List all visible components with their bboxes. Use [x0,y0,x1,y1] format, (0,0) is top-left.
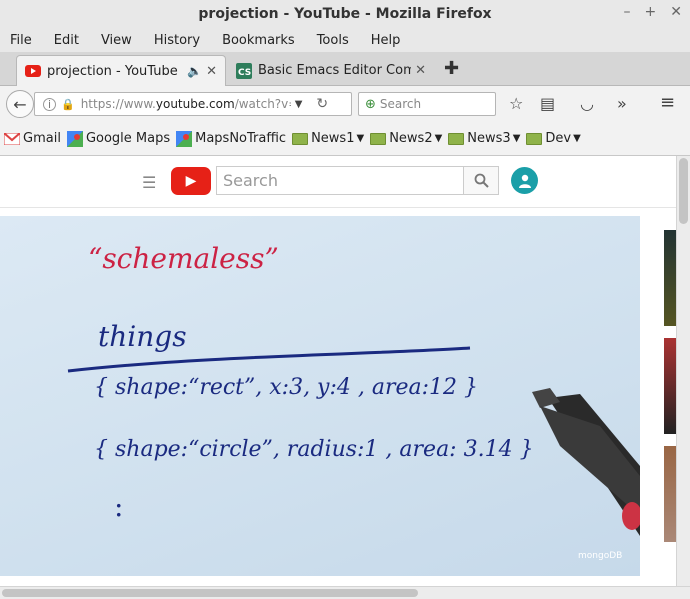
menu-edit[interactable]: Edit [54,33,79,48]
video-watermark: mongoDB [578,551,622,561]
youtube-icon [25,65,41,77]
window-close-button[interactable]: ✕ [670,4,682,20]
new-tab-icon[interactable]: ✚ [444,58,459,79]
page-content: ☰ ▶ Search “schemaless” things { shape:“… [0,156,676,586]
tab-label: Basic Emacs Editor Com... [258,63,412,78]
video-line-rect: { shape:“rect”, x:3, y:4 , area:12 } [94,375,478,400]
youtube-search-input[interactable]: Search [216,166,464,195]
bookmark-label: News2 [389,131,433,146]
scrollbar-thumb[interactable] [679,158,688,224]
pen-graphic [532,388,640,536]
bookmark-google-maps[interactable]: Google Maps [66,130,171,147]
youtube-header: ☰ ▶ Search [0,156,676,208]
folder-icon [292,132,309,145]
maps-icon [176,130,193,147]
pocket-icon[interactable]: ◡ [580,94,594,113]
cs-icon: CS [236,62,252,79]
window-title: projection - YouTube - Mozilla Firefox [198,6,492,22]
maps-icon [66,130,83,147]
search-icon [474,173,489,188]
menu-view[interactable]: View [101,33,132,48]
window-titlebar: projection - YouTube - Mozilla Firefox –… [0,0,690,28]
reading-list-icon[interactable]: ▤ [540,94,555,113]
tab-close-icon[interactable]: ✕ [415,63,426,78]
hamburger-menu-icon[interactable]: ≡ [660,92,675,113]
speaker-icon[interactable]: 🔈 [187,64,202,78]
url-text[interactable]: https://www.youtube.com/watch?v=8z [81,97,291,111]
vertical-scrollbar[interactable] [676,156,690,586]
bookmark-gmail[interactable]: Gmail [4,131,61,146]
bookmarks-toolbar: Gmail Google Maps MapsNoTraffic News1 ▼ … [0,122,690,156]
menu-bookmarks[interactable]: Bookmarks [222,33,295,48]
tab-emacs[interactable]: CS Basic Emacs Editor Com... ✕ [228,55,434,86]
search-box[interactable]: ⊕ Search [358,92,496,116]
bookmark-mapsnotraffic[interactable]: MapsNoTraffic [176,130,287,147]
avatar[interactable] [511,167,538,194]
bookmark-folder-news2[interactable]: News2 ▼ [370,131,442,146]
overflow-chevron-icon[interactable]: » [617,94,627,113]
scrollbar-thumb[interactable] [2,589,418,597]
bookmark-label: Google Maps [85,131,171,146]
related-videos-sidebar [664,230,676,554]
window-minimize-button[interactable]: – [624,4,631,20]
bookmark-label: MapsNoTraffic [195,131,287,146]
video-line-things: things [98,320,187,353]
folder-icon [448,132,465,145]
bookmark-label: Gmail [23,131,61,146]
video-line-ellipsis: : [114,490,123,523]
user-icon [518,174,531,188]
folder-icon [370,132,387,145]
youtube-logo[interactable]: ▶ [171,167,211,195]
tab-label: projection - YouTube [47,63,178,79]
url-bar[interactable]: i 🔒 https://www.youtube.com/watch?v=8z ▼… [34,92,352,116]
url-dropdown-icon[interactable]: ▼ [295,99,303,110]
tab-close-icon[interactable]: ✕ [206,64,217,79]
window-maximize-button[interactable]: + [645,4,657,20]
navigation-toolbar: ← i 🔒 https://www.youtube.com/watch?v=8z… [0,86,690,122]
chevron-down-icon: ▼ [512,133,521,144]
chevron-down-icon: ▼ [573,133,581,144]
related-video-thumbnail[interactable] [664,230,676,326]
back-arrow-icon: ← [13,94,27,114]
menu-bar: File Edit View History Bookmarks Tools H… [0,28,690,52]
youtube-search-placeholder: Search [223,171,278,190]
related-video-thumbnail[interactable] [664,338,676,434]
play-icon: ▶ [185,173,197,189]
search-engine-icon[interactable]: ⊕ [365,97,376,112]
gmail-icon [4,132,20,145]
back-button[interactable]: ← [6,90,34,118]
reload-icon[interactable]: ↻ [316,96,328,112]
tab-youtube[interactable]: projection - YouTube 🔈 ✕ [16,55,226,86]
video-player[interactable]: “schemaless” things { shape:“rect”, x:3,… [0,216,640,576]
search-placeholder: Search [379,97,422,111]
chevron-down-icon: ▼ [356,133,365,144]
guide-menu-icon[interactable]: ☰ [142,173,156,192]
bookmark-label: Dev [545,131,572,146]
menu-help[interactable]: Help [371,33,401,48]
url-suffix: /watch?v=8z [234,97,291,111]
folder-icon [526,132,543,145]
video-line-schemaless: “schemaless” [88,242,279,275]
bookmark-label: News3 [467,131,511,146]
bookmark-label: News1 [311,131,355,146]
url-prefix: https://www. [80,97,156,111]
whiteboard-frame: “schemaless” things { shape:“rect”, x:3,… [67,242,640,561]
bookmark-folder-news3[interactable]: News3 ▼ [448,131,520,146]
related-video-thumbnail[interactable] [664,446,676,542]
chevron-down-icon: ▼ [434,133,443,144]
bookmark-star-icon[interactable]: ☆ [509,94,523,113]
video-line-circle: { shape:“circle”, radius:1 , area: 3.14 … [94,437,534,462]
youtube-search-button[interactable] [463,166,499,195]
lock-icon: 🔒 [61,97,75,111]
url-domain: youtube.com [155,97,235,111]
menu-history[interactable]: History [154,33,200,48]
horizontal-scrollbar[interactable] [0,586,690,599]
info-icon[interactable]: i [43,97,56,111]
bookmark-folder-news1[interactable]: News1 ▼ [292,131,364,146]
menu-tools[interactable]: Tools [317,33,349,48]
tab-bar: projection - YouTube 🔈 ✕ CS Basic Emacs … [0,52,690,86]
svg-text:CS: CS [238,68,251,78]
bookmark-folder-dev[interactable]: Dev ▼ [526,131,581,146]
menu-file[interactable]: File [10,33,32,48]
